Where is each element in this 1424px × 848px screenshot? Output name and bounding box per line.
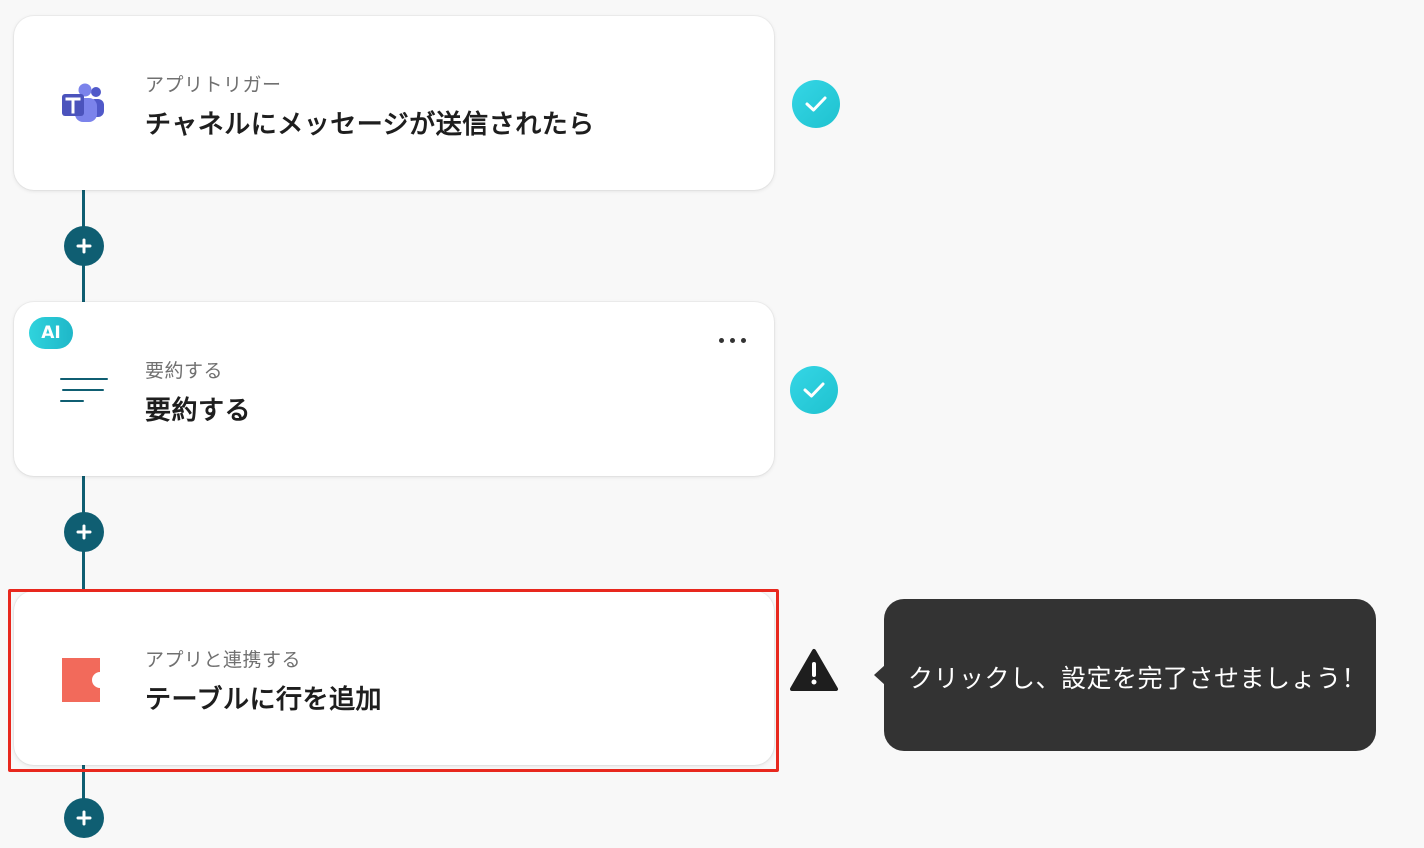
summarize-lines-icon	[58, 369, 110, 413]
step-type-label: アプリトリガー	[145, 74, 282, 96]
plus-icon	[76, 524, 92, 540]
step-complete-check-icon	[792, 80, 840, 128]
coda-icon	[58, 658, 110, 702]
add-step-button[interactable]	[64, 226, 104, 266]
step-title: テーブルに行を追加	[145, 685, 382, 715]
step-card-ai-summarize[interactable]: AI 要約する 要約する	[14, 302, 774, 476]
step-title: 要約する	[145, 396, 252, 426]
step-card-add-row[interactable]: アプリと連携する テーブルに行を追加	[14, 591, 774, 765]
step-card-trigger[interactable]: アプリトリガー チャネルにメッセージが送信されたら	[14, 16, 774, 190]
step-title: チャネルにメッセージが送信されたら	[145, 110, 595, 140]
warning-icon	[789, 648, 839, 692]
tooltip-arrow	[874, 665, 885, 685]
plus-icon	[76, 238, 92, 254]
setup-tooltip: クリックし、設定を完了させましょう！	[874, 599, 1376, 751]
add-step-button[interactable]	[64, 798, 104, 838]
step-type-label: アプリと連携する	[145, 649, 302, 671]
ai-badge: AI	[29, 317, 73, 349]
more-options-button[interactable]	[716, 330, 750, 350]
add-step-button[interactable]	[64, 512, 104, 552]
microsoft-teams-icon	[58, 83, 110, 127]
step-complete-check-icon	[790, 366, 838, 414]
step-type-label: 要約する	[145, 360, 224, 382]
plus-icon	[76, 810, 92, 826]
tooltip-text: クリックし、設定を完了させましょう！	[908, 664, 1368, 693]
